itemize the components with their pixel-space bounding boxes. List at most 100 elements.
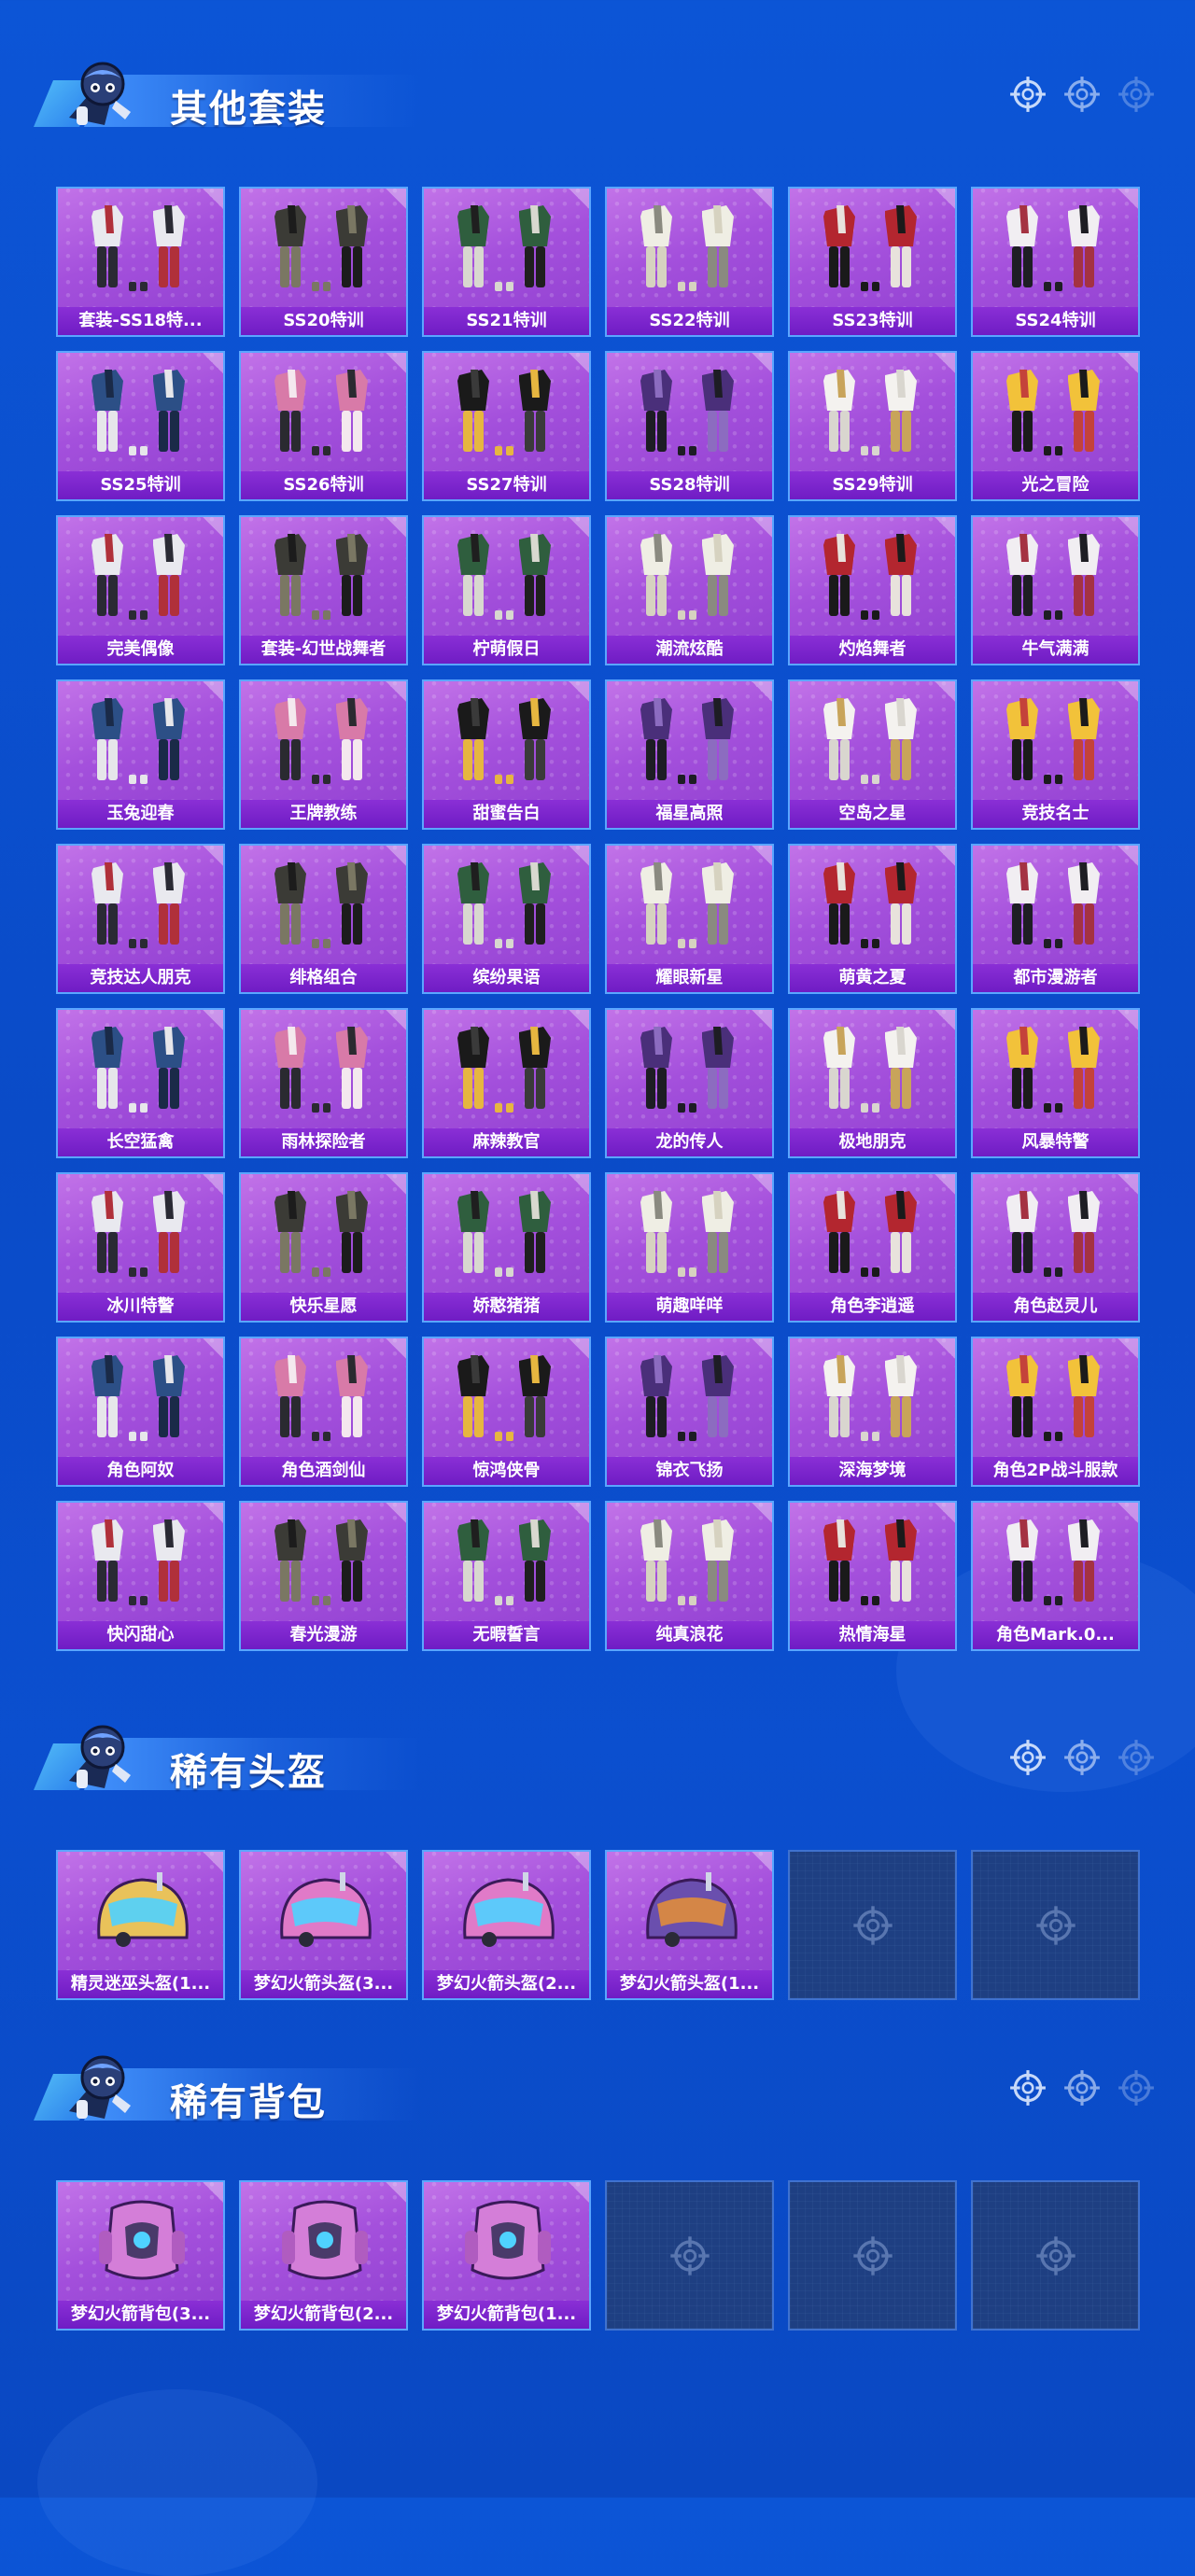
item-card[interactable]: 春光漫游 [239,1501,408,1651]
item-card[interactable]: 梦幻火箭头盔(1... [605,1850,774,2000]
item-card[interactable]: SS22特训 [605,187,774,337]
outfits-section: 其他套装 套装-SS18特... SS20特训 SS21特训 SS22特训 SS23特训 S… [0,49,1195,1654]
item-card[interactable]: SS21特训 [422,187,591,337]
item-label: 角色2P战斗服款 [973,1457,1138,1485]
item-card[interactable]: 柠萌假日 [422,515,591,665]
item-card[interactable]: SS24特训 [971,187,1140,337]
item-label: 竞技达人朋克 [58,964,223,992]
item-card[interactable]: 福星高照 [605,679,774,830]
item-card[interactable]: 绯格组合 [239,844,408,994]
item-label: SS26特训 [241,471,406,499]
item-card[interactable]: 惊鸿侠骨 [422,1337,591,1487]
item-card[interactable]: 热情海星 [788,1501,957,1651]
item-card[interactable]: 梦幻火箭头盔(3... [239,1850,408,2000]
item-label: 麻辣教官 [424,1128,589,1156]
empty-slot [971,2180,1140,2331]
item-label: 精灵迷巫头盔(1... [58,1970,223,1998]
item-card[interactable]: 无暇誓言 [422,1501,591,1651]
item-label: 萌黄之夏 [790,964,955,992]
item-card[interactable]: 快乐星愿 [239,1172,408,1323]
item-label: SS20特训 [241,307,406,335]
section-title: 稀有头盔 [170,1751,327,1794]
item-label: 柠萌假日 [424,636,589,664]
item-card[interactable]: 精灵迷巫头盔(1... [56,1850,225,2000]
item-card[interactable]: 王牌教练 [239,679,408,830]
item-card[interactable]: 萌黄之夏 [788,844,957,994]
item-card[interactable]: 完美偶像 [56,515,225,665]
item-card[interactable]: 麻辣教官 [422,1008,591,1158]
item-card[interactable]: 锦衣飞扬 [605,1337,774,1487]
item-card[interactable]: SS25特训 [56,351,225,501]
item-label: 玉兔迎春 [58,800,223,828]
item-card[interactable]: 玉兔迎春 [56,679,225,830]
item-card[interactable]: 灼焰舞者 [788,515,957,665]
item-card[interactable]: 角色2P战斗服款 [971,1337,1140,1487]
item-label: 缤纷果语 [424,964,589,992]
item-label: 空岛之星 [790,800,955,828]
item-label: 风暴特警 [973,1128,1138,1156]
item-card[interactable]: SS26特训 [239,351,408,501]
section-header: 稀有头盔 [28,1712,420,1805]
item-card[interactable]: 甜蜜告白 [422,679,591,830]
item-card[interactable]: 快闪甜心 [56,1501,225,1651]
section-decor-icons [1008,75,1167,112]
item-card[interactable]: 牛气满满 [971,515,1140,665]
item-card[interactable]: 套装-幻世战舞者 [239,515,408,665]
empty-slot [605,2180,774,2331]
item-label: 梦幻火箭背包(1... [424,2301,589,2329]
section-decor-icons [1008,1738,1167,1775]
item-label: SS27特训 [424,471,589,499]
item-card[interactable]: 雨林探险者 [239,1008,408,1158]
item-card[interactable]: 角色酒剑仙 [239,1337,408,1487]
item-label: 角色Mark.0... [973,1621,1138,1649]
item-card[interactable]: 梦幻火箭头盔(2... [422,1850,591,2000]
section-header: 其他套装 [28,49,420,142]
item-card[interactable]: SS23特训 [788,187,957,337]
item-card[interactable]: 角色阿奴 [56,1337,225,1487]
mascot-icon [56,1715,142,1801]
item-label: 长空猛禽 [58,1128,223,1156]
item-label: SS22特训 [607,307,772,335]
item-card[interactable]: 套装-SS18特... [56,187,225,337]
item-label: 梦幻火箭头盔(3... [241,1970,406,1998]
item-card[interactable]: 纯真浪花 [605,1501,774,1651]
item-label: 福星高照 [607,800,772,828]
item-label: 竞技名士 [973,800,1138,828]
item-card[interactable]: 龙的传人 [605,1008,774,1158]
item-card[interactable]: 极地朋克 [788,1008,957,1158]
backpacks-section: 稀有背包 梦幻火箭背包(3... 梦幻火箭背包(2... 梦幻火箭背包(1... [0,2042,1195,2331]
item-card[interactable]: SS20特训 [239,187,408,337]
item-card[interactable]: 深海梦境 [788,1337,957,1487]
item-label: 快乐星愿 [241,1293,406,1321]
item-label: 角色酒剑仙 [241,1457,406,1485]
item-card[interactable]: 风暴特警 [971,1008,1140,1158]
item-card[interactable]: 潮流炫酷 [605,515,774,665]
item-card[interactable]: SS28特训 [605,351,774,501]
item-label: 梦幻火箭背包(2... [241,2301,406,2329]
item-label: 快闪甜心 [58,1621,223,1649]
item-card[interactable]: 竞技达人朋克 [56,844,225,994]
item-card[interactable]: 缤纷果语 [422,844,591,994]
section-decor-icons [1008,2068,1167,2106]
item-label: 都市漫游者 [973,964,1138,992]
item-card[interactable]: 角色Mark.0... [971,1501,1140,1651]
helmets-section: 稀有头盔精灵迷巫头盔(1... 梦幻火箭头盔(3... 梦幻火箭头盔(2... 梦幻火… [0,1712,1195,2000]
item-label: 梦幻火箭背包(3... [58,2301,223,2329]
item-card[interactable]: 角色赵灵儿 [971,1172,1140,1323]
item-card[interactable]: 竞技名士 [971,679,1140,830]
item-card[interactable]: 空岛之星 [788,679,957,830]
item-card[interactable]: 娇憨猪猪 [422,1172,591,1323]
item-card[interactable]: 萌趣咩咩 [605,1172,774,1323]
item-label: 潮流炫酷 [607,636,772,664]
item-card[interactable]: 梦幻火箭背包(3... [56,2180,225,2331]
item-card[interactable]: 梦幻火箭背包(2... [239,2180,408,2331]
item-card[interactable]: 光之冒险 [971,351,1140,501]
item-card[interactable]: 都市漫游者 [971,844,1140,994]
item-card[interactable]: 耀眼新星 [605,844,774,994]
item-card[interactable]: 冰川特警 [56,1172,225,1323]
item-card[interactable]: 长空猛禽 [56,1008,225,1158]
item-card[interactable]: SS29特训 [788,351,957,501]
item-card[interactable]: 梦幻火箭背包(1... [422,2180,591,2331]
item-card[interactable]: 角色李逍遥 [788,1172,957,1323]
item-card[interactable]: SS27特训 [422,351,591,501]
